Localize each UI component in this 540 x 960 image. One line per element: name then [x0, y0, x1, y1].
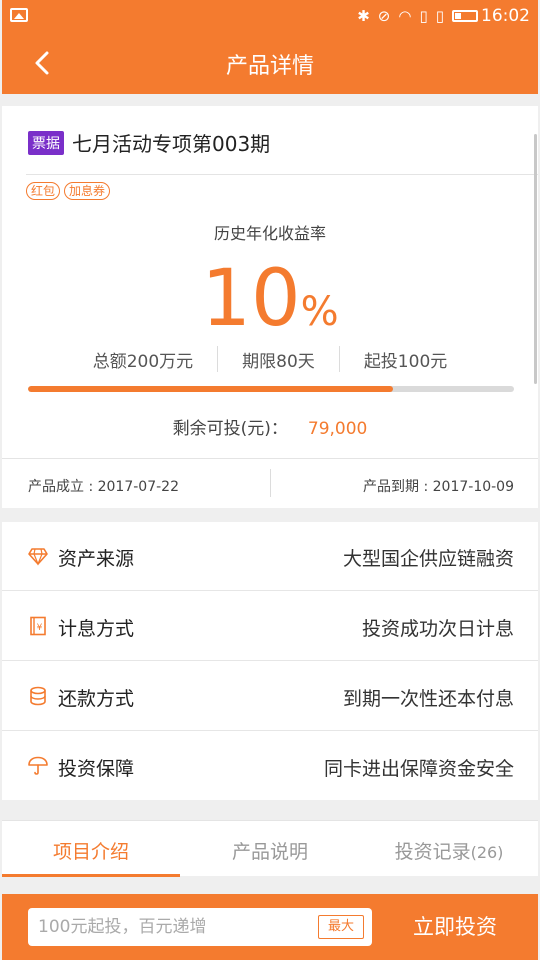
invest-now-button[interactable]: 立即投资: [372, 894, 538, 960]
app-frame: ✱ ⊘ ◠ ▯ ▯ 16:02 产品详情 票据 七月活动专项第003期 红包 加…: [2, 0, 538, 960]
min-investment: 起投100元: [363, 351, 448, 372]
rate-unit: %: [300, 289, 339, 335]
info-label: 还款方式: [58, 688, 135, 710]
status-icons: ✱ ⊘ ◠ ▯ ▯: [357, 7, 478, 25]
coupon-badge-redpacket: 红包: [26, 182, 61, 200]
rate-label: 历史年化收益率: [213, 224, 326, 243]
remaining-value: 79,000: [307, 419, 368, 439]
term-length: 期限80天: [242, 351, 315, 372]
bluetooth-icon: ✱: [357, 7, 370, 25]
remaining-amount: 剩余可投(元)： 79,000: [2, 414, 538, 439]
info-row-asset-source[interactable]: 资产来源 大型国企供应链融资: [2, 522, 538, 591]
ledger-icon: ¥: [30, 616, 46, 636]
nav-bar: 产品详情: [2, 32, 538, 94]
start-date: 产品成立 : 2017-07-22: [28, 479, 179, 495]
coupon-badge-interest: 加息券: [64, 182, 111, 200]
scrollbar[interactable]: [534, 134, 537, 384]
product-title-row: 票据 七月活动专项第003期: [28, 128, 270, 157]
info-row-investment-guarantee[interactable]: 投资保障 同卡进出保障资金安全: [2, 732, 538, 801]
funding-progress-fill: [28, 386, 393, 392]
amount-box: 最大: [28, 908, 372, 946]
investment-amount-input[interactable]: [38, 908, 308, 946]
product-summary-card: 票据 七月活动专项第003期 红包 加息券 历史年化收益率 10% 总额200万…: [2, 106, 538, 458]
product-dates: 产品成立 : 2017-07-22 产品到期 : 2017-10-09: [2, 458, 538, 508]
info-row-interest-method[interactable]: ¥ 计息方式 投资成功次日计息: [2, 592, 538, 661]
product-meta-row: 总额200万元 期限80天 起投100元: [2, 344, 538, 374]
end-date: 产品到期 : 2017-10-09: [363, 479, 514, 495]
svg-text:¥: ¥: [37, 623, 43, 633]
gallery-notification-icon: [10, 8, 28, 22]
tab-product-description[interactable]: 产品说明: [181, 821, 359, 877]
info-label: 计息方式: [58, 618, 135, 640]
product-name: 七月活动专项第003期: [72, 132, 271, 156]
info-label: 资产来源: [58, 548, 135, 570]
info-value: 投资成功次日计息: [361, 618, 514, 640]
wifi-icon: ◠: [398, 7, 412, 25]
total-amount: 总额200万元: [92, 351, 194, 372]
info-value: 大型国企供应链融资: [342, 548, 514, 570]
info-row-repayment-method[interactable]: 还款方式 到期一次性还本付息: [2, 662, 538, 731]
tab-label: 投资记录: [394, 841, 471, 863]
page-title: 产品详情: [225, 54, 314, 79]
sim2-icon: ▯: [435, 7, 444, 25]
info-value: 到期一次性还本付息: [342, 688, 514, 710]
max-amount-button[interactable]: 最大: [318, 915, 364, 939]
remaining-label: 剩余可投(元)：: [172, 419, 288, 439]
divider: [26, 174, 538, 175]
battery-icon: [452, 10, 478, 22]
divider: [270, 469, 271, 497]
status-bar: ✱ ⊘ ◠ ▯ ▯ 16:02: [2, 0, 538, 32]
tab-project-intro[interactable]: 项目介绍: [2, 821, 180, 877]
bottom-action-bar: 最大 立即投资: [2, 894, 538, 960]
coins-icon: [30, 686, 46, 706]
detail-tabs: 项目介绍 产品说明 投资记录(26): [2, 820, 538, 877]
info-label: 投资保障: [58, 758, 135, 780]
sim1-icon: ▯: [419, 7, 428, 25]
active-tab-indicator: [2, 874, 180, 877]
mute-icon: ⊘: [377, 7, 391, 25]
umbrella-icon: [28, 756, 48, 775]
tab-count: (26): [470, 843, 504, 862]
funding-progress-bar: [28, 386, 514, 392]
diamond-icon: [28, 548, 48, 566]
tab-investment-records[interactable]: 投资记录(26): [360, 821, 538, 877]
annual-rate: 10%: [2, 254, 538, 344]
info-value: 同卡进出保障资金安全: [323, 758, 514, 780]
status-time: 16:02: [481, 6, 530, 26]
product-info-list: 资产来源 大型国企供应链融资 ¥ 计息方式 投资成功次日计息 还款方式 到期一次…: [2, 522, 538, 800]
product-type-tag: 票据: [28, 130, 64, 155]
coupon-badges: 红包 加息券: [26, 182, 111, 200]
rate-number: 10: [201, 254, 301, 344]
